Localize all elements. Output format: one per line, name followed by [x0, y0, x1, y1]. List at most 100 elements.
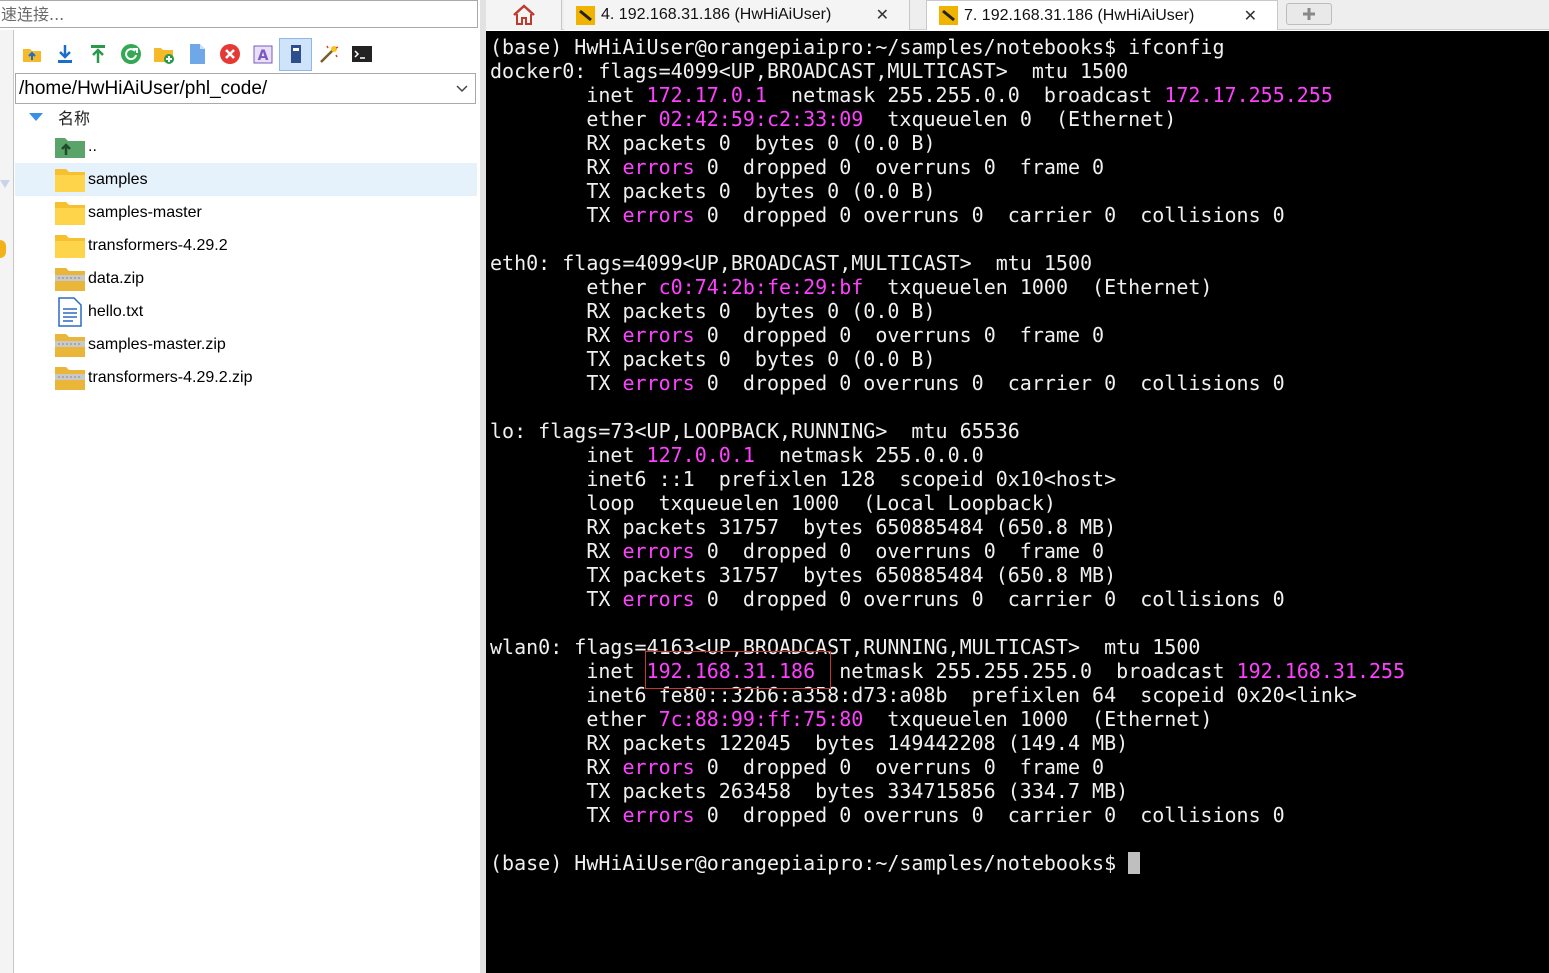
column-name-label: 名称 — [58, 109, 91, 128]
plus-icon — [1303, 8, 1315, 20]
file-row-transformers-zip[interactable]: transformers-4.29.2.zip — [15, 361, 477, 394]
path-combobox[interactable]: /home/HwHiAiUser/phl_code/ — [15, 73, 476, 104]
terminal-text: RX — [490, 323, 623, 347]
terminal-line: RX packets 0 bytes 0 (0.0 B) — [490, 131, 1405, 155]
terminal-line: TX packets 0 bytes 0 (0.0 B) — [490, 347, 1405, 371]
tab-session-7[interactable]: 7. 192.168.31.186 (HwHiAiUser) ✕ — [926, 0, 1278, 30]
file-row-parent[interactable]: .. — [15, 130, 477, 163]
file-name: data.zip — [88, 269, 145, 287]
terminal-text: 0 dropped 0 overruns 0 frame 0 — [694, 755, 1105, 779]
new-file-button[interactable] — [180, 38, 213, 71]
upload-button[interactable] — [81, 38, 114, 71]
terminal-line: inet6 fe80::32b6:a358:d73:a08b prefixlen… — [490, 683, 1405, 707]
file-row-data-zip[interactable]: data.zip — [15, 262, 477, 295]
terminal-line: loop txqueuelen 1000 (Local Loopback) — [490, 491, 1405, 515]
terminal-line: inet 192.168.31.186 netmask 255.255.255.… — [490, 659, 1405, 683]
terminal-text: inet — [490, 443, 647, 467]
new-folder-icon — [153, 48, 174, 64]
terminal-text: netmask 255.255.255.0 broadcast — [815, 659, 1237, 683]
download-button[interactable] — [48, 38, 81, 71]
terminal-line: ether c0:74:2b:fe:29:bf txqueuelen 1000 … — [490, 275, 1405, 299]
highlighted-text: 172.17.255.255 — [1164, 83, 1333, 107]
folder-up-icon — [22, 49, 41, 62]
highlighted-text: 7c:88:99:ff:75:80 — [658, 707, 864, 731]
file-toolbar: A — [15, 36, 378, 72]
view-toggle-button[interactable] — [279, 37, 312, 71]
chevron-down-icon[interactable] — [449, 74, 475, 103]
terminal-text: TX packets 31757 bytes 650885484 (650.8 … — [490, 563, 1117, 587]
refresh-button[interactable] — [114, 38, 147, 71]
terminal-line: wlan0: flags=4163<UP,BROADCAST,RUNNING,M… — [490, 635, 1405, 659]
magic-wand-icon — [319, 45, 338, 63]
terminal-text: TX — [490, 203, 623, 227]
terminal-line: TX errors 0 dropped 0 overruns 0 carrier… — [490, 203, 1405, 227]
terminal-view[interactable]: (base) HwHiAiUser@orangepiaipro:~/sample… — [486, 31, 1549, 973]
file-row-samples-master-zip[interactable]: samples-master.zip — [15, 328, 477, 361]
highlighted-text: errors — [622, 155, 695, 179]
file-row-hello-txt[interactable]: hello.txt — [15, 295, 477, 328]
terminal-text: TX — [490, 371, 623, 395]
terminal-line: (base) HwHiAiUser@orangepiaipro:~/sample… — [490, 35, 1405, 59]
highlighted-text: 02:42:59:c2:33:09 — [658, 107, 864, 131]
path-value[interactable]: /home/HwHiAiUser/phl_code/ — [16, 78, 449, 100]
zip-icon — [53, 329, 87, 361]
highlighted-text: 127.0.0.1 — [646, 443, 755, 467]
terminal-text: inet — [490, 83, 647, 107]
terminal-icon — [351, 46, 372, 62]
zip-icon — [53, 263, 87, 295]
terminal-text: RX — [490, 155, 623, 179]
delete-button[interactable] — [213, 38, 246, 71]
terminal-text: 0 dropped 0 overruns 0 frame 0 — [694, 539, 1105, 563]
terminal-text: txqueuelen 1000 (Ethernet) — [863, 707, 1213, 731]
magic-wand-button[interactable] — [312, 38, 345, 71]
terminal-text: inet — [490, 659, 647, 683]
terminal-text: 0 dropped 0 overruns 0 frame 0 — [694, 323, 1105, 347]
refresh-icon — [120, 44, 141, 64]
quick-connect-box[interactable] — [0, 0, 478, 28]
terminal-text: ether — [490, 275, 659, 299]
highlighted-text: 192.168.31.255 — [1236, 659, 1406, 683]
file-row-transformers[interactable]: transformers-4.29.2 — [15, 229, 477, 262]
view-icon — [290, 45, 301, 63]
tab-label: 4. 192.168.31.186 (HwHiAiUser) — [601, 6, 832, 23]
terminal-text: RX packets 122045 bytes 149442208 (149.4… — [490, 731, 1129, 755]
file-row-samples-master[interactable]: samples-master — [15, 196, 477, 229]
terminal-text: TX — [490, 803, 623, 827]
quick-connect-input[interactable] — [0, 1, 477, 27]
zip-icon — [53, 362, 87, 394]
file-name: samples-master.zip — [88, 335, 226, 353]
close-icon[interactable]: ✕ — [1244, 6, 1257, 25]
file-row-samples[interactable]: samples — [15, 163, 477, 196]
close-icon[interactable]: ✕ — [876, 5, 889, 24]
terminal-text: 0 dropped 0 overruns 0 carrier 0 collisi… — [694, 587, 1285, 611]
highlighted-text: errors — [622, 755, 695, 779]
terminal-line: RX packets 0 bytes 0 (0.0 B) — [490, 299, 1405, 323]
terminal-line: TX errors 0 dropped 0 overruns 0 carrier… — [490, 587, 1405, 611]
highlighted-text: errors — [622, 203, 695, 227]
terminal-line: eth0: flags=4099<UP,BROADCAST,MULTICAST>… — [490, 251, 1405, 275]
collapse-arrow-icon[interactable] — [0, 180, 10, 188]
terminal-line: inet 172.17.0.1 netmask 255.255.0.0 broa… — [490, 83, 1405, 107]
terminal-text: inet6 ::1 prefixlen 128 scopeid 0x10<hos… — [490, 467, 1117, 491]
terminal-text: ether — [490, 707, 659, 731]
tab-session-4[interactable]: 4. 192.168.31.186 (HwHiAiUser) ✕ — [564, 0, 910, 30]
folder-up-button[interactable] — [15, 38, 48, 71]
terminal-line: (base) HwHiAiUser@orangepiaipro:~/sample… — [490, 851, 1405, 875]
terminal-line: RX errors 0 dropped 0 overruns 0 frame 0 — [490, 539, 1405, 563]
rename-button[interactable]: A — [246, 38, 279, 71]
terminal-text: (base) HwHiAiUser@orangepiaipro:~/sample… — [490, 35, 1225, 59]
terminal-button[interactable] — [345, 38, 378, 71]
tab-home[interactable] — [486, 0, 562, 30]
new-folder-button[interactable] — [147, 38, 180, 71]
terminal-line: TX packets 263458 bytes 334715856 (334.7… — [490, 779, 1405, 803]
terminal-text: TX packets 0 bytes 0 (0.0 B) — [490, 179, 936, 203]
session-tab-bar: 4. 192.168.31.186 (HwHiAiUser) ✕ 7. 192.… — [486, 0, 1549, 30]
new-tab-button[interactable] — [1286, 3, 1332, 25]
terminal-text: TX packets 0 bytes 0 (0.0 B) — [490, 347, 936, 371]
terminal-text: lo: flags=73<UP,LOOPBACK,RUNNING> mtu 65… — [490, 419, 1020, 443]
terminal-line: RX errors 0 dropped 0 overruns 0 frame 0 — [490, 755, 1405, 779]
column-header-name[interactable]: 名称 — [15, 104, 477, 130]
